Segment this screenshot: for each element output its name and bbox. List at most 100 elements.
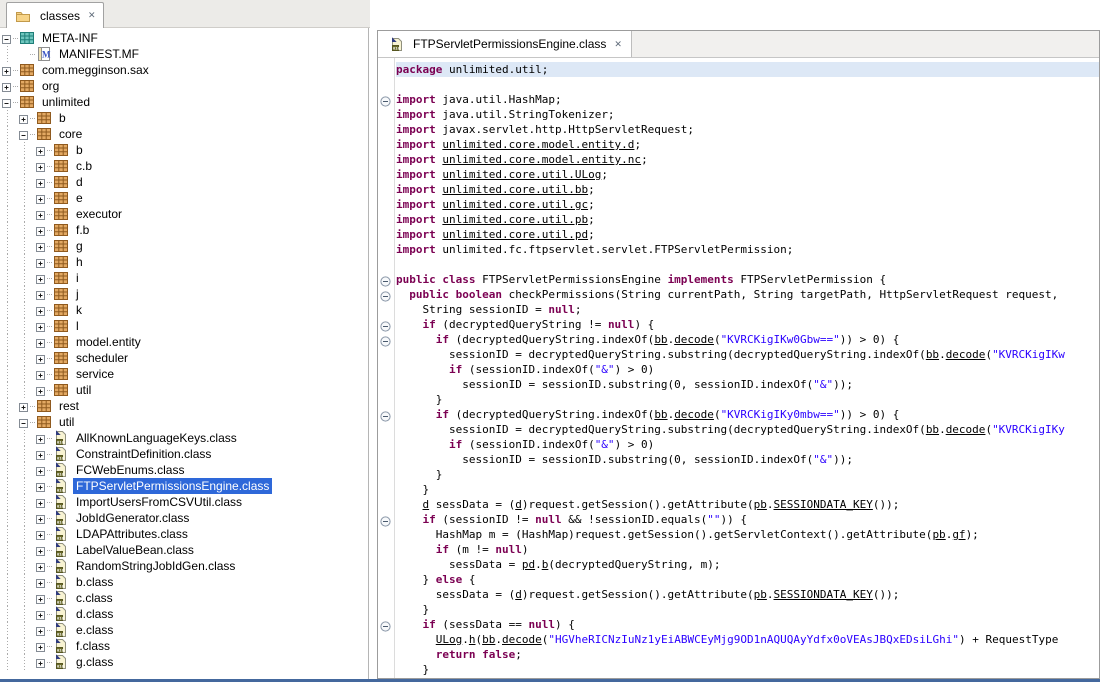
tree-item[interactable]: core [0, 126, 368, 142]
tree-item[interactable]: e [0, 190, 368, 206]
code-link[interactable]: decode [674, 408, 714, 421]
collapse-icon[interactable] [2, 97, 13, 108]
tree-item[interactable]: scheduler [0, 350, 368, 366]
expand-icon[interactable] [36, 577, 47, 588]
expand-icon[interactable] [36, 177, 47, 188]
expand-icon[interactable] [36, 545, 47, 556]
tab-classes[interactable]: classes ✕ [6, 2, 104, 28]
expand-icon[interactable] [36, 433, 47, 444]
tree-item[interactable]: 010FCWebEnums.class [0, 462, 368, 478]
expand-icon[interactable] [36, 225, 47, 236]
code-link[interactable]: bb [926, 423, 939, 436]
tree-item[interactable]: META-INF [0, 30, 368, 46]
expand-icon[interactable] [36, 321, 47, 332]
tree-item[interactable]: 010g.class [0, 654, 368, 670]
close-icon[interactable]: ✕ [614, 39, 622, 50]
tree-item[interactable]: util [0, 382, 368, 398]
code-link[interactable]: pb [932, 528, 945, 541]
tree-item[interactable]: 010FTPServletPermissionsEngine.class [0, 478, 368, 494]
expand-icon[interactable] [36, 385, 47, 396]
tree-item[interactable]: l [0, 318, 368, 334]
expand-icon[interactable] [36, 289, 47, 300]
tree-item[interactable]: b [0, 142, 368, 158]
code-link[interactable]: bb [654, 333, 667, 346]
expand-icon[interactable] [36, 481, 47, 492]
code-link[interactable]: unlimited.core.util.gc [442, 198, 588, 211]
expand-icon[interactable] [19, 401, 30, 412]
expand-icon[interactable] [36, 609, 47, 620]
code-link[interactable]: decode [674, 333, 714, 346]
tree-item[interactable]: 010e.class [0, 622, 368, 638]
expand-icon[interactable] [36, 529, 47, 540]
collapse-icon[interactable] [19, 129, 30, 140]
expand-icon[interactable] [2, 65, 13, 76]
expand-icon[interactable] [2, 81, 13, 92]
expand-icon[interactable] [36, 305, 47, 316]
code-link[interactable]: unlimited.core.model.entity.d [442, 138, 634, 151]
expand-icon[interactable] [36, 209, 47, 220]
tree-item[interactable]: j [0, 286, 368, 302]
tree-item[interactable]: 010b.class [0, 574, 368, 590]
code-link[interactable]: d [515, 498, 522, 511]
tree-item[interactable]: org [0, 78, 368, 94]
expand-icon[interactable] [36, 449, 47, 460]
tree-item[interactable]: 010ImportUsersFromCSVUtil.class [0, 494, 368, 510]
fold-collapse-icon[interactable] [380, 319, 391, 330]
tree-item[interactable]: util [0, 414, 368, 430]
tree-item[interactable]: 010LabelValueBean.class [0, 542, 368, 558]
tree-item[interactable]: 010c.class [0, 590, 368, 606]
expand-icon[interactable] [36, 369, 47, 380]
code-link[interactable]: pd [522, 558, 535, 571]
code-link[interactable]: unlimited.core.util.ULog [442, 168, 601, 181]
tree-item[interactable]: f.b [0, 222, 368, 238]
tree-item[interactable]: b [0, 110, 368, 126]
expand-icon[interactable] [36, 513, 47, 524]
tree-item[interactable]: g [0, 238, 368, 254]
tab-editor-file[interactable]: 010 FTPServletPermissionsEngine.class ✕ [378, 31, 632, 57]
fold-collapse-icon[interactable] [380, 409, 391, 420]
code-link[interactable]: gf [952, 528, 965, 541]
expand-icon[interactable] [36, 241, 47, 252]
tree-item[interactable]: rest [0, 398, 368, 414]
tree-item[interactable]: i [0, 270, 368, 286]
tree-item[interactable]: 010AllKnownLanguageKeys.class [0, 430, 368, 446]
code-link[interactable]: decode [946, 348, 986, 361]
collapse-icon[interactable] [2, 33, 13, 44]
code-link[interactable]: SESSIONDATA_KEY [774, 588, 873, 601]
code-link[interactable]: unlimited.core.model.entity.nc [442, 153, 641, 166]
expand-icon[interactable] [36, 257, 47, 268]
code-link[interactable]: bb [654, 408, 667, 421]
tree-item[interactable]: MMANIFEST.MF [0, 46, 368, 62]
tree-item[interactable]: service [0, 366, 368, 382]
expand-icon[interactable] [36, 193, 47, 204]
tree-item[interactable]: d [0, 174, 368, 190]
tree-item[interactable]: model.entity [0, 334, 368, 350]
expand-icon[interactable] [36, 161, 47, 172]
expand-icon[interactable] [36, 465, 47, 476]
tree-item[interactable]: 010LDAPAttributes.class [0, 526, 368, 542]
close-icon[interactable]: ✕ [88, 10, 96, 21]
expand-icon[interactable] [36, 353, 47, 364]
code-link[interactable]: pb [754, 498, 767, 511]
expand-icon[interactable] [36, 625, 47, 636]
fold-collapse-icon[interactable] [380, 334, 391, 345]
tree-item[interactable]: c.b [0, 158, 368, 174]
code-link[interactable]: bb [926, 348, 939, 361]
tree-item[interactable]: 010f.class [0, 638, 368, 654]
expand-icon[interactable] [36, 337, 47, 348]
expand-icon[interactable] [36, 593, 47, 604]
tree-item[interactable]: com.megginson.sax [0, 62, 368, 78]
tree-item[interactable]: unlimited [0, 94, 368, 110]
code-link[interactable]: bb [482, 633, 495, 646]
tree-item[interactable]: executor [0, 206, 368, 222]
code-link[interactable]: decode [502, 633, 542, 646]
expand-icon[interactable] [36, 657, 47, 668]
expand-icon[interactable] [36, 497, 47, 508]
tree-item[interactable]: 010JobIdGenerator.class [0, 510, 368, 526]
fold-collapse-icon[interactable] [380, 289, 391, 300]
expand-icon[interactable] [36, 561, 47, 572]
code-link[interactable]: SESSIONDATA_KEY [774, 498, 873, 511]
code-link[interactable]: d [515, 588, 522, 601]
expand-icon[interactable] [36, 145, 47, 156]
expand-icon[interactable] [19, 113, 30, 124]
